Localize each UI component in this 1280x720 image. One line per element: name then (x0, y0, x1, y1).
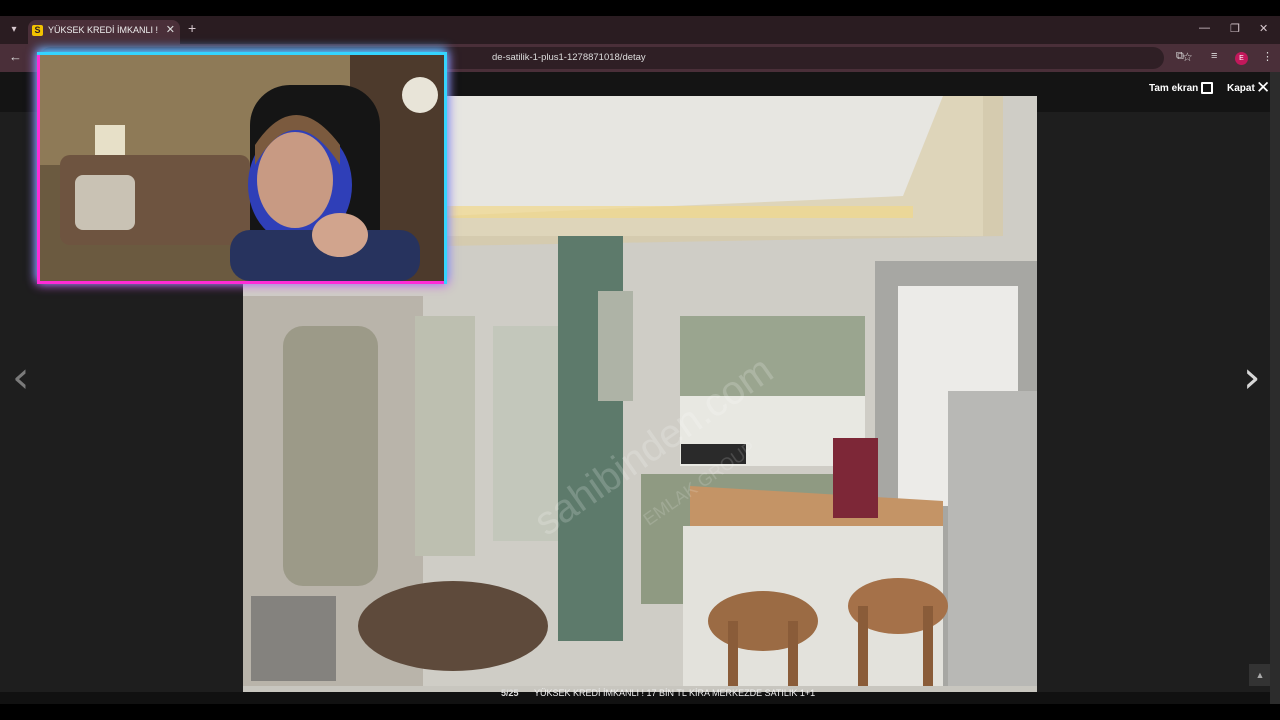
scrollbar[interactable] (1270, 72, 1280, 704)
arrow-left-icon[interactable]: ← (9, 49, 22, 64)
kebab-menu-icon[interactable]: ⋮ (1262, 50, 1273, 63)
scroll-top-button[interactable]: ▲ (1249, 664, 1271, 686)
url-text: de-satilik-1-plus1-1278871018/detay (492, 52, 646, 63)
webcam-feed (40, 55, 444, 281)
puzzle-icon[interactable]: ⧉ (1176, 50, 1184, 63)
close-icon[interactable]: ✕ (166, 23, 175, 36)
plus-icon[interactable]: + (188, 20, 196, 36)
avatar[interactable]: E (1235, 52, 1248, 65)
restore-icon[interactable]: ❐ (1230, 22, 1240, 35)
chevron-right-icon[interactable]: › (1243, 352, 1261, 403)
chevron-left-icon[interactable]: ‹ (12, 352, 30, 403)
browser-tab[interactable]: S YÜKSEK KREDİ İMKANLI ! 17 BİN ✕ (28, 20, 180, 44)
media-icon[interactable]: ≡ (1211, 50, 1217, 62)
photo-counter: 5/25 (501, 688, 519, 698)
window-close-icon[interactable]: ✕ (1259, 22, 1268, 35)
fullscreen-button[interactable]: Tam ekran (1149, 83, 1198, 94)
close-button[interactable]: Kapat (1227, 83, 1255, 94)
fullscreen-icon[interactable] (1201, 82, 1213, 94)
screen: ▾ S YÜKSEK KREDİ İMKANLI ! 17 BİN ✕ + — … (0, 0, 1280, 720)
webcam-overlay (37, 52, 447, 284)
chevron-down-icon[interactable]: ▾ (5, 21, 23, 39)
site-favicon: S (32, 25, 43, 36)
minimize-icon[interactable]: — (1199, 22, 1210, 34)
close-icon[interactable]: ✕ (1256, 78, 1270, 98)
photo-caption: YÜKSEK KREDİ İMKANLI ! 17 BİN TL KİRA ME… (534, 688, 816, 698)
tab-strip: ▾ S YÜKSEK KREDİ İMKANLI ! 17 BİN ✕ + — … (0, 16, 1280, 44)
tab-title: YÜKSEK KREDİ İMKANLI ! 17 BİN (48, 25, 158, 35)
